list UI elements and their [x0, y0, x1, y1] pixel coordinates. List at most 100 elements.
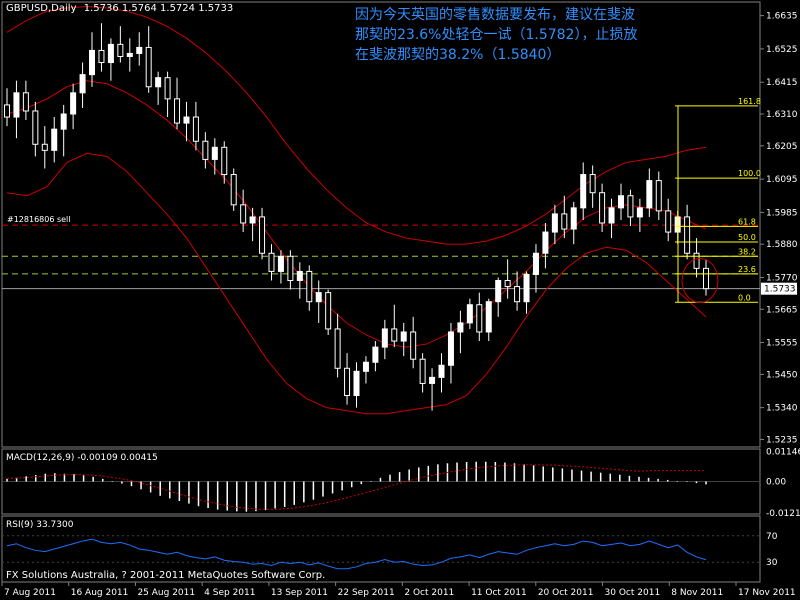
candle: [372, 341, 379, 372]
candle: [353, 362, 360, 408]
candle-body: [476, 304, 483, 333]
candle: [174, 77, 181, 130]
candle: [268, 244, 275, 281]
candle: [145, 26, 152, 93]
candle-body: [287, 255, 294, 282]
ohlc-label: 1.5736 1.5764 1.5724 1.5733: [83, 3, 234, 14]
candle: [32, 101, 39, 157]
candle-body: [684, 216, 691, 254]
candle-body: [617, 195, 624, 209]
order-lines: #12816806 sell: [2, 215, 760, 290]
candle-body: [155, 77, 162, 88]
candle: [551, 204, 558, 245]
y-tick-label: 1.5555: [766, 339, 798, 349]
x-tick-label: 16 Aug 2011: [71, 588, 129, 598]
candle-body: [599, 192, 606, 224]
bid-price-label: 1.5733: [764, 285, 796, 295]
fib-level-label: 23.6: [738, 265, 756, 274]
candle-body: [447, 331, 454, 366]
candle: [306, 265, 313, 311]
candle: [344, 353, 351, 405]
y-tick-label: 1.5985: [766, 208, 798, 218]
candle-body: [136, 46, 143, 54]
candle: [693, 238, 700, 278]
y-tick-label: 1.6310: [766, 110, 798, 120]
y-tick-label: 1.6635: [766, 12, 798, 22]
fib-level-label: 161.8: [738, 97, 761, 106]
candle-body: [457, 322, 464, 333]
candle-body: [117, 43, 124, 57]
candle-body: [438, 364, 445, 378]
candle-body: [41, 143, 48, 151]
candle: [230, 168, 237, 211]
candle: [485, 298, 492, 342]
candle: [646, 168, 653, 217]
x-tick-label: 17 Nov 2011: [738, 588, 796, 598]
candle: [277, 250, 284, 284]
candle-body: [608, 207, 615, 224]
chart-header: GBPUSD,Daily 1.5736 1.5764 1.5724 1.5733: [6, 3, 237, 14]
candle-body: [221, 146, 228, 176]
rsi-y-tick-label: 30: [766, 558, 778, 568]
candle: [617, 183, 624, 220]
annotation-line: 那契的23.6%处轻仓一试（1.5782），止损放: [355, 27, 638, 43]
candle-body: [429, 376, 436, 384]
candle-body: [202, 140, 209, 160]
candle: [542, 222, 549, 269]
y-tick-label: 1.5665: [766, 305, 798, 315]
candle-body: [400, 331, 407, 342]
candle-body: [485, 301, 492, 333]
candle: [589, 165, 596, 208]
annotation-line: 在斐波那契的38.2%（1.5840）: [355, 47, 561, 63]
candle-body: [523, 273, 530, 303]
candle-body: [410, 331, 417, 360]
candle: [362, 356, 369, 384]
candle-body: [164, 77, 171, 100]
candle: [315, 280, 322, 323]
candle: [51, 117, 58, 163]
candle: [410, 316, 417, 369]
candle: [532, 244, 539, 293]
rsi-label: RSI(9) 33.7300: [6, 520, 74, 530]
candle-body: [344, 367, 351, 397]
candle-body: [561, 213, 568, 230]
candle: [22, 80, 29, 121]
y-tick-label: 1.5770: [766, 273, 798, 283]
y-tick-label: 1.6525: [766, 45, 798, 55]
macd-label: MACD(12,26,9) -0.00109 0.00415: [6, 453, 158, 463]
x-tick-label: 30 Oct 2011: [605, 588, 661, 598]
candle: [60, 104, 67, 157]
candle: [655, 171, 662, 220]
candle-body: [325, 292, 332, 330]
candle-body: [230, 174, 237, 206]
x-tick-label: 2 Oct 2011: [404, 588, 454, 598]
candle: [202, 132, 209, 169]
target-circle: [681, 258, 719, 304]
candle: [98, 23, 105, 72]
candle-body: [495, 280, 502, 303]
candle-body: [211, 146, 218, 160]
candle: [211, 138, 218, 175]
x-axis: 7 Aug 2011 16 Aug 2011 25 Aug 2011 4 Sep 20…: [1, 582, 796, 598]
candle-body: [126, 52, 133, 57]
y-tick-label: 1.5235: [766, 435, 798, 445]
y-tick-label: 1.6205: [766, 142, 798, 152]
candle-body: [306, 270, 313, 303]
candle: [684, 204, 691, 260]
x-tick-label: 8 Nov 2011: [671, 588, 723, 598]
candle: [636, 198, 643, 233]
candle-body: [665, 210, 672, 233]
candle-body: [79, 74, 86, 94]
price-chart[interactable]: #12816806 sell 161.8 100.0 61.8 50.0 38.2 23.…: [0, 0, 800, 600]
candle-body: [315, 292, 322, 303]
candle-body: [60, 113, 67, 130]
fib-level-label: 38.2: [738, 247, 756, 256]
candle: [221, 141, 228, 184]
candle: [429, 368, 436, 411]
candle-body: [145, 46, 152, 88]
candle-body: [514, 286, 521, 303]
candle: [325, 289, 332, 335]
annotation-line: 因为今天英国的零售数据要发布，建议在斐波: [355, 7, 635, 23]
y-axis: 1.6635 1.6525 1.6415 1.6310 1.6205 1.6095 1.59…: [760, 12, 798, 445]
candle: [70, 83, 77, 130]
